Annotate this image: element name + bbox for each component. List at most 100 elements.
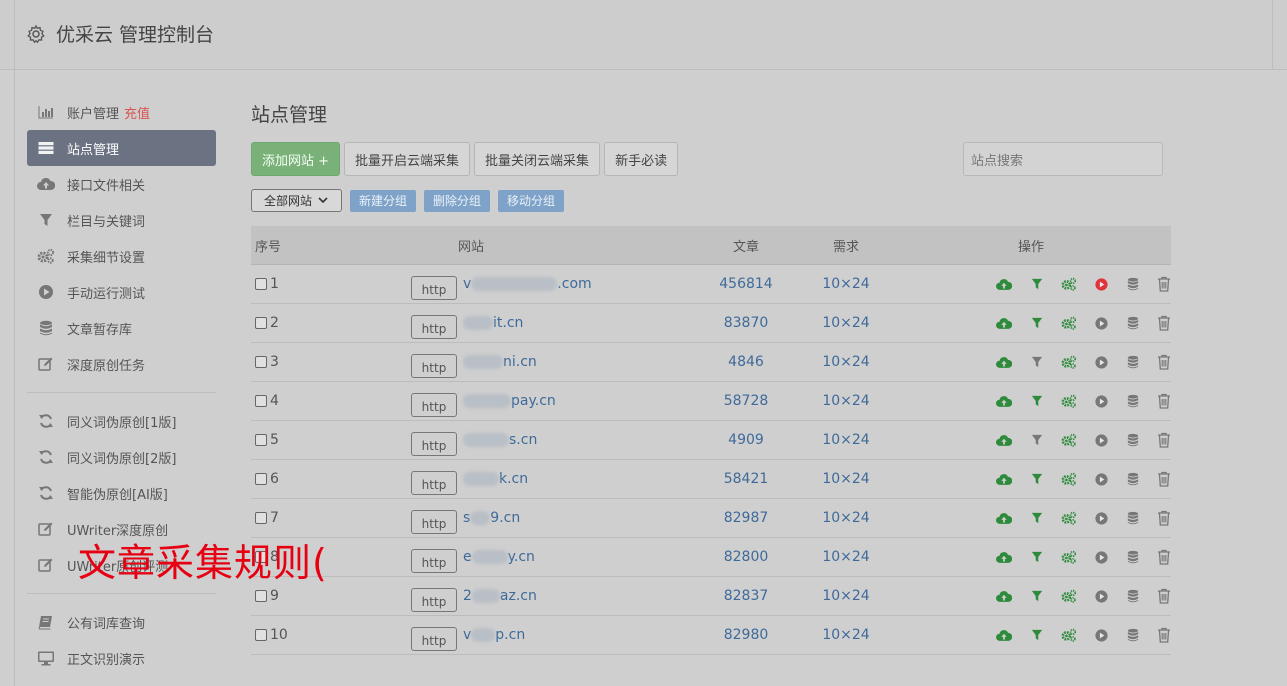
sidebar-item-ai-rewrite[interactable]: 智能伪原创[AI版]: [27, 475, 216, 511]
demand-value[interactable]: 10×24: [801, 510, 891, 526]
sidebar-item-interface-files[interactable]: 接口文件相关: [27, 166, 216, 202]
demand-value[interactable]: 10×24: [801, 549, 891, 565]
filter-icon[interactable]: [1030, 510, 1043, 526]
sidebar-item-site-management[interactable]: 站点管理: [27, 130, 216, 166]
cloud-upload-icon[interactable]: [996, 276, 1012, 292]
cloud-upload-icon[interactable]: [996, 354, 1012, 370]
trash-icon[interactable]: [1157, 510, 1171, 526]
database-icon[interactable]: [1126, 471, 1139, 487]
play-circle-icon[interactable]: [1095, 315, 1108, 331]
filter-icon[interactable]: [1030, 471, 1043, 487]
play-circle-icon[interactable]: [1095, 549, 1108, 565]
database-icon[interactable]: [1126, 510, 1139, 526]
trash-icon[interactable]: [1157, 549, 1171, 565]
articles-count[interactable]: 82837: [691, 588, 801, 604]
cloud-upload-icon[interactable]: [996, 471, 1012, 487]
trash-icon[interactable]: [1157, 432, 1171, 448]
batch-open-button[interactable]: 批量开启云端采集: [344, 142, 471, 176]
cloud-upload-icon[interactable]: [996, 315, 1012, 331]
play-circle-icon[interactable]: [1095, 588, 1108, 604]
http-badge[interactable]: http: [411, 432, 457, 456]
guide-button[interactable]: 新手必读: [604, 142, 679, 176]
row-checkbox[interactable]: [255, 434, 267, 446]
http-badge[interactable]: http: [411, 627, 457, 651]
play-circle-icon[interactable]: [1095, 627, 1108, 643]
articles-count[interactable]: 82980: [691, 627, 801, 643]
play-circle-icon[interactable]: [1095, 510, 1108, 526]
database-icon[interactable]: [1126, 393, 1139, 409]
row-checkbox[interactable]: [255, 356, 267, 368]
play-circle-icon[interactable]: [1095, 432, 1108, 448]
filter-icon[interactable]: [1030, 588, 1043, 604]
cogs-icon[interactable]: [1061, 354, 1077, 370]
trash-icon[interactable]: [1157, 588, 1171, 604]
articles-count[interactable]: 58421: [691, 471, 801, 487]
demand-value[interactable]: 10×24: [801, 276, 891, 292]
articles-count[interactable]: 456814: [691, 276, 801, 292]
database-icon[interactable]: [1126, 432, 1139, 448]
cogs-icon[interactable]: [1061, 510, 1077, 526]
row-checkbox[interactable]: [255, 629, 267, 641]
cloud-upload-icon[interactable]: [996, 588, 1012, 604]
database-icon[interactable]: [1126, 276, 1139, 292]
cogs-icon[interactable]: [1061, 549, 1077, 565]
sidebar-item-account[interactable]: 账户管理 充值: [27, 94, 216, 130]
site-link[interactable]: it.cn: [463, 315, 523, 331]
sidebar-item-article-storage[interactable]: 文章暂存库: [27, 310, 216, 346]
database-icon[interactable]: [1126, 315, 1139, 331]
trash-icon[interactable]: [1157, 354, 1171, 370]
cloud-upload-icon[interactable]: [996, 549, 1012, 565]
recharge-link[interactable]: 充值: [124, 103, 150, 122]
play-circle-icon[interactable]: [1095, 393, 1108, 409]
cogs-icon[interactable]: [1061, 588, 1077, 604]
articles-count[interactable]: 4846: [691, 354, 801, 370]
filter-icon[interactable]: [1030, 315, 1043, 331]
database-icon[interactable]: [1126, 354, 1139, 370]
row-checkbox[interactable]: [255, 278, 267, 290]
site-link[interactable]: s.cn: [463, 432, 537, 448]
trash-icon[interactable]: [1157, 393, 1171, 409]
filter-icon[interactable]: [1030, 432, 1043, 448]
demand-value[interactable]: 10×24: [801, 393, 891, 409]
batch-close-button[interactable]: 批量关闭云端采集: [474, 142, 601, 176]
http-badge[interactable]: http: [411, 354, 457, 378]
site-link[interactable]: v p.cn: [463, 627, 525, 643]
http-badge[interactable]: http: [411, 510, 457, 534]
articles-count[interactable]: 4909: [691, 432, 801, 448]
sidebar-item-columns-keywords[interactable]: 栏目与关键词: [27, 202, 216, 238]
site-link[interactable]: pay.cn: [463, 393, 556, 409]
database-icon[interactable]: [1126, 588, 1139, 604]
sidebar-item-text-recognition[interactable]: 正文识别演示: [27, 640, 216, 676]
site-search-input[interactable]: 站点搜索: [963, 142, 1163, 176]
site-link[interactable]: v .com: [463, 276, 592, 292]
sidebar-item-manual-test[interactable]: 手动运行测试: [27, 274, 216, 310]
cogs-icon[interactable]: [1061, 471, 1077, 487]
filter-icon[interactable]: [1030, 276, 1043, 292]
site-link[interactable]: ni.cn: [463, 354, 537, 370]
sidebar-item-deep-original[interactable]: 深度原创任务: [27, 346, 216, 382]
trash-icon[interactable]: [1157, 315, 1171, 331]
cloud-upload-icon[interactable]: [996, 393, 1012, 409]
filter-icon[interactable]: [1030, 549, 1043, 565]
cloud-upload-icon[interactable]: [996, 432, 1012, 448]
move-group-button[interactable]: 移动分组: [498, 189, 565, 212]
articles-count[interactable]: 82987: [691, 510, 801, 526]
demand-value[interactable]: 10×24: [801, 432, 891, 448]
cogs-icon[interactable]: [1061, 627, 1077, 643]
row-checkbox[interactable]: [255, 590, 267, 602]
sidebar-item-synonym-v1[interactable]: 同义词伪原创[1版]: [27, 403, 216, 439]
demand-value[interactable]: 10×24: [801, 588, 891, 604]
trash-icon[interactable]: [1157, 471, 1171, 487]
http-badge[interactable]: http: [411, 315, 457, 339]
site-link[interactable]: k.cn: [463, 471, 528, 487]
articles-count[interactable]: 83870: [691, 315, 801, 331]
trash-icon[interactable]: [1157, 276, 1171, 292]
cloud-upload-icon[interactable]: [996, 510, 1012, 526]
play-circle-icon[interactable]: [1095, 276, 1108, 292]
filter-icon[interactable]: [1030, 393, 1043, 409]
site-link[interactable]: s 9.cn: [463, 510, 520, 526]
site-link[interactable]: e y.cn: [463, 549, 535, 565]
http-badge[interactable]: http: [411, 588, 457, 612]
demand-value[interactable]: 10×24: [801, 354, 891, 370]
cogs-icon[interactable]: [1061, 393, 1077, 409]
